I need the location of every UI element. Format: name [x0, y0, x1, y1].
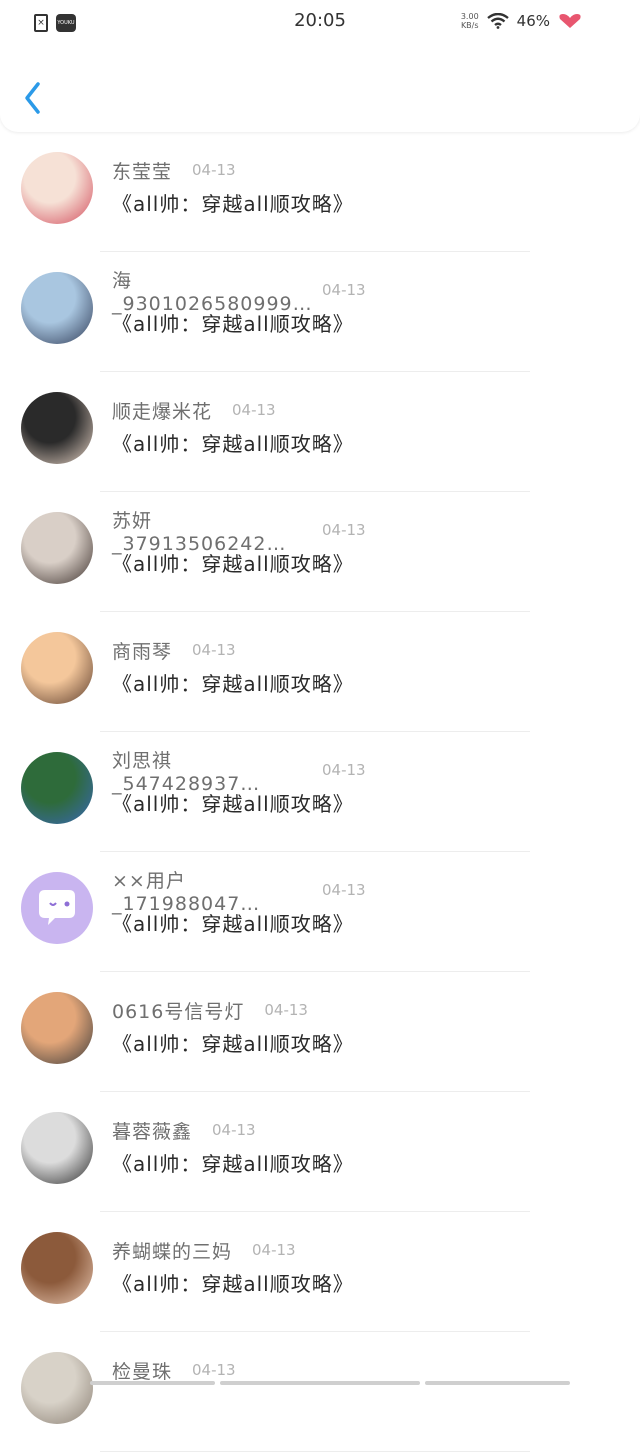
contact-name: 顺走爆米花	[112, 400, 213, 423]
conversation-item[interactable]: 苏妍_37913506242… 04-13 《all帅：穿越all顺攻略》	[0, 492, 640, 612]
message-preview: 《all帅：穿越all顺攻略》	[112, 792, 354, 816]
message-date: 04-13	[192, 641, 236, 659]
avatar[interactable]	[21, 872, 93, 944]
message-preview: 《all帅：穿越all顺攻略》	[112, 1272, 354, 1296]
conversation-item[interactable]: 养蝴蝶的三妈 04-13 《all帅：穿越all顺攻略》	[0, 1212, 640, 1332]
indicator-segment	[90, 1381, 215, 1385]
message-date: 04-13	[322, 281, 366, 299]
conversation-item[interactable]: 暮蓉薇鑫 04-13 《all帅：穿越all顺攻略》	[0, 1092, 640, 1212]
avatar[interactable]	[21, 1112, 93, 1184]
chevron-left-icon	[25, 82, 40, 114]
message-preview: 《all帅：穿越all顺攻略》	[112, 312, 354, 336]
name-line: 东莹莹 04-13	[112, 158, 236, 183]
conversation-item[interactable]: 东莹莹 04-13 《all帅：穿越all顺攻略》	[0, 132, 640, 252]
heart-battery-icon	[559, 14, 581, 28]
name-line: 暮蓉薇鑫 04-13	[112, 1118, 256, 1143]
avatar[interactable]	[21, 1232, 93, 1304]
contact-name: 东莹莹	[112, 160, 173, 183]
message-preview: 《all帅：穿越all顺攻略》	[112, 672, 354, 696]
battery-level: 46%	[516, 12, 550, 30]
message-preview: 《all帅：穿越all顺攻略》	[112, 432, 354, 456]
message-date: 04-13	[212, 1121, 256, 1139]
back-button[interactable]	[18, 78, 48, 118]
avatar[interactable]	[21, 272, 93, 344]
contact-name: 养蝴蝶的三妈	[112, 1240, 233, 1263]
conversation-item[interactable]: ××用户_171988047… 04-13 《all帅：穿越all顺攻略》	[0, 852, 640, 972]
indicator-segment	[220, 1381, 420, 1385]
contact-name: 商雨琴	[112, 640, 173, 663]
name-line: 养蝴蝶的三妈 04-13	[112, 1238, 296, 1263]
network-speed-value: 3.00	[460, 12, 479, 21]
message-preview: 《all帅：穿越all顺攻略》	[112, 1032, 354, 1056]
avatar[interactable]	[21, 992, 93, 1064]
name-line: 刘思祺_547428937… 04-13	[112, 750, 366, 795]
wifi-icon	[486, 13, 509, 29]
avatar[interactable]	[21, 152, 93, 224]
name-line: 检曼珠 04-13	[112, 1358, 236, 1383]
conversation-item[interactable]: 0616号信号灯 04-13 《all帅：穿越all顺攻略》	[0, 972, 640, 1092]
message-date: 04-13	[252, 1241, 296, 1259]
name-line: 海_9301026580999… 04-13	[112, 270, 366, 315]
name-line: ××用户_171988047… 04-13	[112, 870, 366, 915]
conversation-item[interactable]: 检曼珠 04-13	[0, 1332, 640, 1452]
message-date: 04-13	[192, 161, 236, 179]
avatar[interactable]	[21, 512, 93, 584]
bottom-scroll-indicator	[0, 1380, 640, 1387]
message-date: 04-13	[322, 761, 366, 779]
top-header: × YOUKU 20:05 3.00 KB/s 46%	[0, 0, 640, 132]
network-speed: 3.00 KB/s	[461, 12, 479, 30]
contact-name: 0616号信号灯	[112, 1000, 245, 1023]
conversation-item[interactable]: 海_9301026580999… 04-13 《all帅：穿越all顺攻略》	[0, 252, 640, 372]
name-line: 商雨琴 04-13	[112, 638, 236, 663]
indicator-segment	[425, 1381, 570, 1385]
name-line: 顺走爆米花 04-13	[112, 398, 276, 423]
avatar[interactable]	[21, 632, 93, 704]
message-preview: 《all帅：穿越all顺攻略》	[112, 912, 354, 936]
message-preview: 《all帅：穿越all顺攻略》	[112, 1152, 354, 1176]
conversation-list: 东莹莹 04-13 《all帅：穿越all顺攻略》 海_9301026580999… 0…	[0, 132, 640, 1452]
message-preview: 《all帅：穿越all顺攻略》	[112, 552, 354, 576]
avatar[interactable]	[21, 392, 93, 464]
message-date: 04-13	[232, 401, 276, 419]
name-line: 0616号信号灯 04-13	[112, 998, 308, 1023]
conversation-item[interactable]: 商雨琴 04-13 《all帅：穿越all顺攻略》	[0, 612, 640, 732]
name-line: 苏妍_37913506242… 04-13	[112, 510, 366, 555]
avatar[interactable]	[21, 752, 93, 824]
conversation-item[interactable]: 顺走爆米花 04-13 《all帅：穿越all顺攻略》	[0, 372, 640, 492]
message-date: 04-13	[322, 881, 366, 899]
message-date: 04-13	[264, 1001, 308, 1019]
chat-bubble-icon	[39, 890, 75, 925]
network-speed-unit: KB/s	[460, 21, 479, 30]
message-date: 04-13	[322, 521, 366, 539]
contact-name: 暮蓉薇鑫	[112, 1120, 193, 1143]
status-bar: × YOUKU 20:05 3.00 KB/s 46%	[0, 0, 640, 44]
conversation-item[interactable]: 刘思祺_547428937… 04-13 《all帅：穿越all顺攻略》	[0, 732, 640, 852]
avatar[interactable]	[21, 1352, 93, 1424]
message-date: 04-13	[192, 1361, 236, 1379]
message-preview: 《all帅：穿越all顺攻略》	[112, 192, 354, 216]
